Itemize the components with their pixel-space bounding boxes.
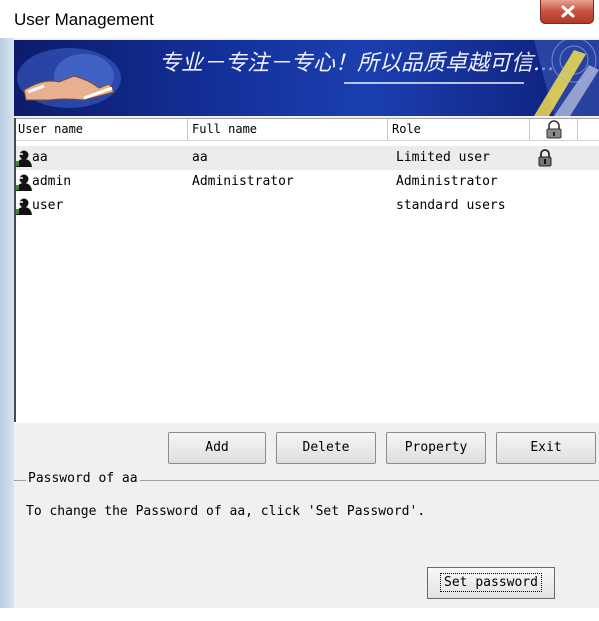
close-icon [561, 5, 575, 18]
close-button[interactable] [540, 0, 594, 24]
cell-user-name: aa [32, 150, 48, 165]
column-header-full-name[interactable]: Full name [188, 119, 388, 140]
cell-user-name: user [32, 198, 64, 213]
user-list[interactable]: User name Full name Role aa aa Limited u… [14, 118, 599, 423]
table-row[interactable]: aa aa Limited user [14, 146, 599, 170]
column-header-lock[interactable] [530, 119, 578, 140]
window-frame-left [0, 38, 14, 608]
lock-icon [538, 149, 552, 167]
column-header-user-name[interactable]: User name [14, 119, 188, 140]
cell-role: Limited user [396, 150, 490, 165]
table-row[interactable]: admin Administrator Administrator [14, 170, 599, 194]
user-management-window: User Management 专业－专注－专心！所以品质卓越可信... Use… [0, 0, 599, 608]
banner: 专业－专注－专心！所以品质卓越可信... [14, 40, 599, 116]
add-button[interactable]: Add [168, 432, 266, 464]
banner-artwork: 专业－专注－专心！所以品质卓越可信... [17, 40, 599, 116]
table-row[interactable]: user standard users [14, 194, 599, 218]
user-icon [14, 198, 32, 215]
cell-role: standard users [396, 198, 506, 213]
user-icon [14, 150, 32, 167]
exit-button[interactable]: Exit [496, 432, 596, 464]
cell-user-name: admin [32, 174, 72, 189]
lock-icon [546, 120, 562, 139]
property-button[interactable]: Property [386, 432, 486, 464]
list-border-left [14, 118, 16, 422]
column-header-role[interactable]: Role [388, 119, 530, 140]
banner-slogan: 专业－专注－专心！所以品质卓越可信... [159, 51, 554, 76]
window-title: User Management [14, 10, 154, 29]
cell-role: Administrator [396, 174, 498, 189]
delete-button[interactable]: Delete [276, 432, 376, 464]
password-group: Password of aa [14, 471, 599, 621]
cell-full-name: Administrator [192, 174, 294, 189]
cell-full-name: aa [192, 150, 208, 165]
list-header: User name Full name Role [14, 119, 599, 141]
set-password-label: Set password [440, 573, 542, 592]
password-hint: To change the Password of aa, click 'Set… [26, 504, 426, 519]
user-icon [14, 174, 32, 191]
password-group-label: Password of aa [26, 471, 140, 486]
set-password-button[interactable]: Set password [427, 567, 555, 599]
title-bar: User Management [0, 0, 599, 38]
